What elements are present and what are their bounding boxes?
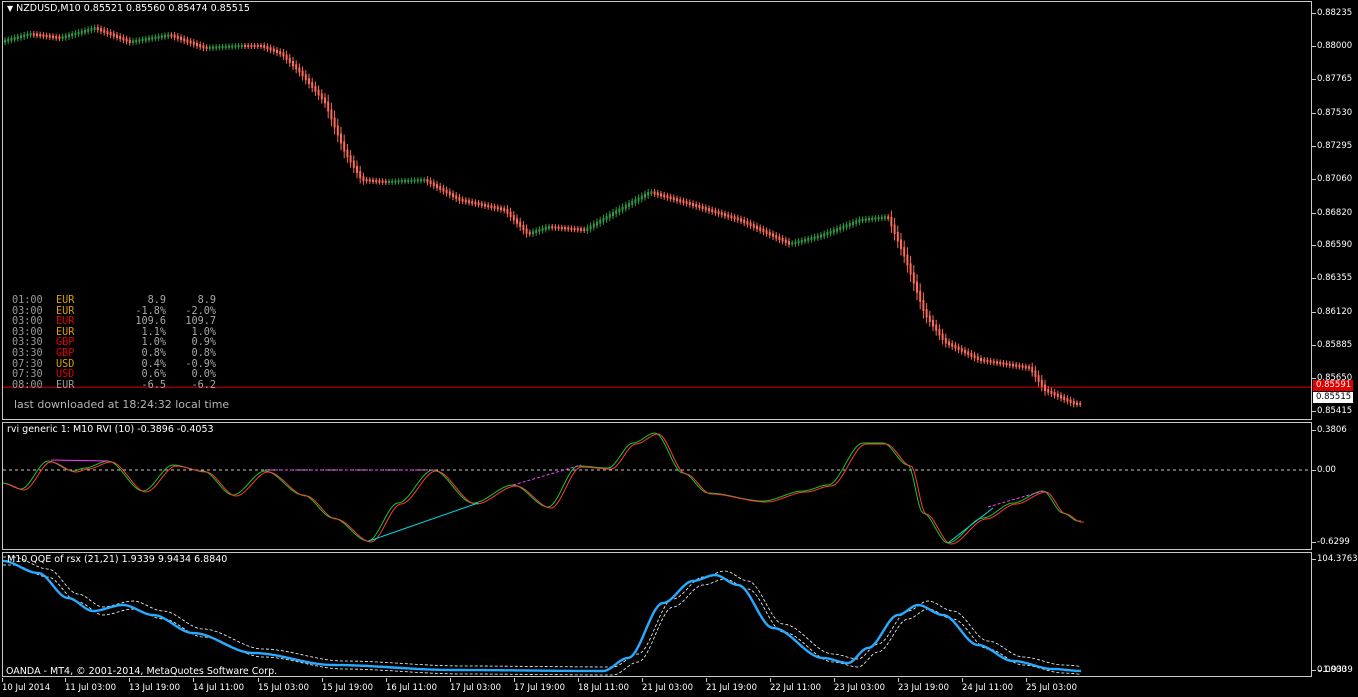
qqe-axis[interactable]: 104.3763 0.0000 1.9339 (1312, 552, 1358, 677)
price-axis-tick: 0.86590 (1311, 240, 1353, 251)
rvi-axis-max: 0.3806 (1312, 425, 1347, 435)
time-axis-tick: 15 Jul 03:00 (258, 678, 309, 693)
news-time: 08:00 (12, 379, 43, 391)
price-axis-tick: 0.85885 (1311, 339, 1353, 350)
time-axis-tick: 10 Jul 2014 (2, 678, 51, 693)
bid-price-badge: 0.85515 (1313, 391, 1353, 403)
copyright-label: OANDA - MT4, © 2001-2014, MetaQuotes Sof… (6, 666, 278, 677)
news-forecast: 8.9 (197, 295, 216, 306)
news-currency: EUR (56, 295, 75, 306)
rvi-lines (3, 432, 1311, 545)
price-axis-tick: 0.86355 (1311, 273, 1353, 284)
news-row: 01:00 EUR 8.9 8.9 (12, 295, 216, 307)
time-axis-tick: 11 Jul 03:00 (65, 678, 116, 693)
time-axis[interactable]: 10 Jul 2014 11 Jul 03:00 13 Jul 19:00 14 Ju… (2, 678, 1312, 697)
time-axis-tick: 21 Jul 19:00 (706, 678, 757, 693)
price-axis-tick: 0.87060 (1311, 173, 1353, 184)
news-actual: 8.9 (147, 295, 166, 306)
news-currency: EUR (56, 379, 75, 391)
time-axis-tick: 15 Jul 19:00 (322, 678, 373, 693)
price-axis-tick: 0.86120 (1311, 306, 1353, 317)
time-axis-tick: 16 Jul 11:00 (386, 678, 437, 693)
time-axis-tick: 14 Jul 11:00 (193, 678, 244, 693)
rvi-indicator-pane[interactable]: rvi generic 1: M10 RVI (10) -0.3896 -0.4… (2, 422, 1312, 550)
price-axis-tick: 0.88235 (1311, 8, 1353, 18)
time-axis-tick: 25 Jul 03:00 (1026, 678, 1077, 693)
dropdown-arrow-icon[interactable]: ▼ (7, 4, 13, 13)
time-axis-tick: 13 Jul 19:00 (129, 678, 180, 693)
price-axis-tick: 0.85415 (1311, 406, 1353, 416)
qqe-axis-top: 104.3763 (1312, 554, 1358, 564)
news-forecast: -6.2 (191, 379, 216, 391)
price-axis-tick: 0.87765 (1311, 74, 1353, 85)
price-axis-tick: 0.87295 (1311, 140, 1353, 151)
news-actual: 0.8% (141, 347, 166, 359)
time-axis-tick: 24 Jul 11:00 (962, 678, 1013, 693)
time-axis-tick: 23 Jul 03:00 (834, 678, 885, 693)
alert-price-badge: 0.85591 (1313, 380, 1353, 392)
news-actual: -6.5 (141, 379, 166, 391)
qqe-title: M10 QQE of rsx (21,21) 1.9339 9.9434 6.8… (7, 554, 228, 565)
news-row: 08:00 EUR -6.5 -6.2 (12, 379, 216, 392)
price-axis-tick: 0.87530 (1311, 107, 1353, 118)
rvi-axis[interactable]: 0.3806 0.00 -0.6299 (1312, 422, 1358, 550)
qqe-axis-bottom-overlay: 1.9339 (1318, 665, 1353, 675)
time-axis-tick: 22 Jul 11:00 (770, 678, 821, 693)
time-axis-tick: 21 Jul 03:00 (642, 678, 693, 693)
time-axis-tick: 17 Jul 03:00 (450, 678, 501, 693)
rvi-title: rvi generic 1: M10 RVI (10) -0.3896 -0.4… (7, 424, 214, 435)
price-axis-tick: 0.86820 (1311, 207, 1353, 218)
download-note: last downloaded at 18:24:32 local time (14, 398, 230, 411)
qqe-indicator-pane[interactable]: M10 QQE of rsx (21,21) 1.9339 9.9434 6.8… (2, 552, 1312, 677)
symbol-title: ▼ NZDUSD,M10 0.85521 0.85560 0.85474 0.85… (7, 3, 250, 14)
news-currency: GBP (56, 347, 75, 359)
price-axis[interactable]: 0.88235 0.88000 0.87765 0.87530 0.87295 0.870… (1311, 1, 1358, 420)
news-calendar-list: 01:00 EUR 8.9 8.9 03:00 EUR -1.8% -2.0% 03:00 EUR… (12, 295, 216, 392)
price-axis-tick: 0.88000 (1311, 41, 1353, 52)
news-time: 03:30 (12, 347, 43, 359)
symbol-ohlc-label: NZDUSD,M10 0.85521 0.85560 0.85474 0.855… (16, 3, 250, 14)
rvi-axis-zero: 0.00 (1312, 465, 1336, 475)
qqe-lines (3, 556, 1082, 676)
news-time: 01:00 (12, 295, 43, 306)
time-axis-tick: 18 Jul 11:00 (578, 678, 629, 693)
news-row: 03:30 GBP 0.8% 0.8% (12, 347, 216, 360)
time-axis-tick: 23 Jul 19:00 (898, 678, 949, 693)
time-axis-tick: 17 Jul 19:00 (514, 678, 565, 693)
news-forecast: 0.8% (191, 347, 216, 359)
rvi-axis-min: -0.6299 (1312, 537, 1350, 547)
